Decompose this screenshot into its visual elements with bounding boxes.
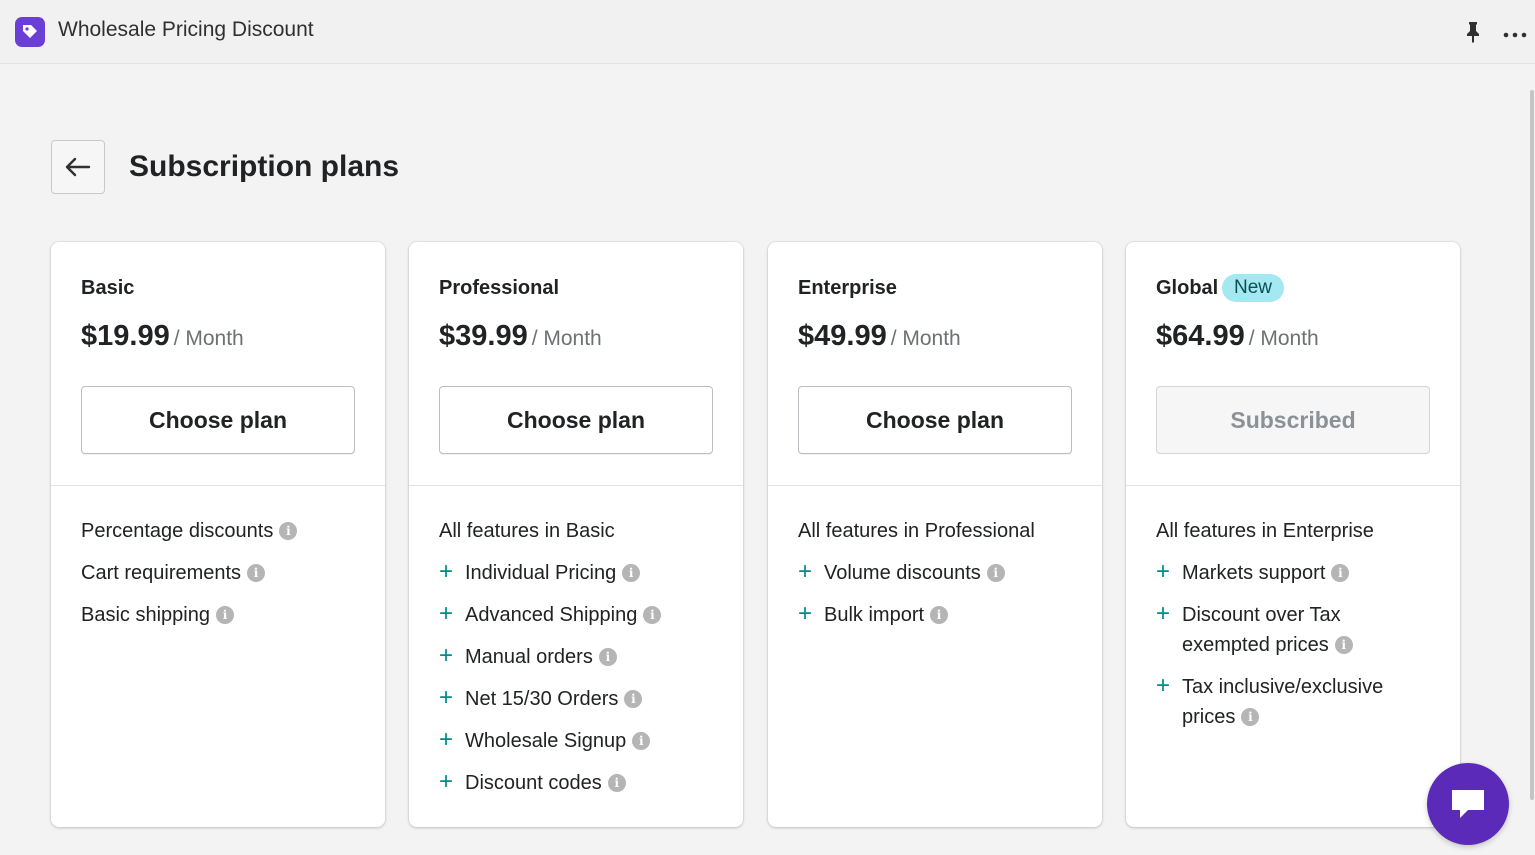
plan-name: Global: [1156, 277, 1219, 299]
plan-price: $39.99: [439, 320, 528, 352]
app-title: Wholesale Pricing Discount: [58, 18, 314, 41]
info-icon[interactable]: i: [643, 606, 662, 624]
plan-period: / Month: [531, 327, 602, 350]
new-badge: New: [1222, 274, 1285, 302]
plan-card-basic: Basic $19.99/ Month Choose plan Percenta…: [51, 242, 385, 827]
page-title: Subscription plans: [129, 150, 400, 183]
info-icon[interactable]: i: [607, 774, 626, 792]
choose-plan-button[interactable]: Choose plan: [439, 386, 713, 454]
plus-icon: +: [1156, 600, 1171, 627]
info-icon[interactable]: i: [632, 732, 651, 750]
plan-name: Professional: [439, 277, 560, 299]
feature-item: + Tax inclusive/exclusive prices i: [1156, 672, 1384, 728]
feature-item: + Markets support i: [1156, 558, 1440, 588]
choose-plan-button[interactable]: Choose plan: [798, 386, 1072, 454]
plan-period: / Month: [1248, 327, 1319, 350]
back-button[interactable]: [51, 140, 105, 194]
tag-icon: [15, 17, 45, 47]
plan-card-global: Global New $64.99/ Month Subscribed All …: [1126, 242, 1460, 827]
plus-icon: +: [1156, 558, 1171, 585]
plus-icon: +: [439, 600, 454, 627]
plus-icon: +: [798, 600, 813, 627]
feature-item: + Individual Pricing i: [439, 558, 723, 588]
feature-item: Basic shipping i: [81, 600, 365, 630]
feature-item: All features in Basic: [439, 520, 615, 542]
feature-item: All features in Professional: [798, 520, 1035, 542]
feature-item: + Discount codes i: [439, 768, 723, 798]
feature-item: + Net 15/30 Orders i: [439, 684, 723, 714]
plan-card-professional: Professional $39.99/ Month Choose plan A…: [409, 242, 743, 827]
plan-period: / Month: [890, 327, 961, 350]
feature-item: + Advanced Shipping i: [439, 600, 723, 630]
scrollbar[interactable]: [1530, 90, 1534, 800]
info-icon[interactable]: i: [598, 648, 617, 666]
feature-item: + Bulk import i: [798, 600, 1082, 630]
pin-icon[interactable]: [1462, 20, 1484, 44]
plus-icon: +: [1156, 672, 1171, 699]
info-icon[interactable]: i: [1241, 708, 1260, 726]
plan-price: $19.99: [81, 320, 170, 352]
info-icon[interactable]: i: [986, 564, 1005, 582]
info-icon[interactable]: i: [1331, 564, 1350, 582]
more-icon[interactable]: [1501, 14, 1529, 48]
plus-icon: +: [439, 768, 454, 795]
info-icon[interactable]: i: [279, 522, 298, 540]
info-icon[interactable]: i: [930, 606, 949, 624]
chat-button[interactable]: [1427, 763, 1509, 845]
plus-icon: +: [798, 558, 813, 585]
subscribed-button: Subscribed: [1156, 386, 1430, 454]
chat-icon: [1452, 790, 1484, 818]
feature-item: All features in Enterprise: [1156, 520, 1374, 542]
info-icon[interactable]: i: [1334, 636, 1353, 654]
plan-name: Basic: [81, 277, 135, 299]
arrow-left-icon: [65, 157, 91, 177]
plus-icon: +: [439, 558, 454, 585]
feature-item: + Volume discounts i: [798, 558, 1082, 588]
app-header: Wholesale Pricing Discount: [0, 0, 1535, 64]
feature-item: + Wholesale Signup i: [439, 726, 723, 756]
feature-item: Percentage discounts i: [81, 516, 365, 546]
info-icon[interactable]: i: [622, 564, 641, 582]
plus-icon: +: [439, 642, 454, 669]
plus-icon: +: [439, 726, 454, 753]
feature-item: Cart requirements i: [81, 558, 365, 588]
plan-period: / Month: [173, 327, 244, 350]
info-icon[interactable]: i: [247, 564, 266, 582]
feature-item: + Discount over Tax exempted prices i: [1156, 600, 1397, 660]
plan-name: Enterprise: [798, 277, 897, 299]
feature-item: + Manual orders i: [439, 642, 723, 672]
info-icon[interactable]: i: [215, 606, 234, 624]
plan-card-enterprise: Enterprise $49.99/ Month Choose plan All…: [768, 242, 1102, 827]
plan-price: $49.99: [798, 320, 887, 352]
info-icon[interactable]: i: [624, 690, 643, 708]
choose-plan-button[interactable]: Choose plan: [81, 386, 355, 454]
plan-price: $64.99: [1156, 320, 1245, 352]
plus-icon: +: [439, 684, 454, 711]
